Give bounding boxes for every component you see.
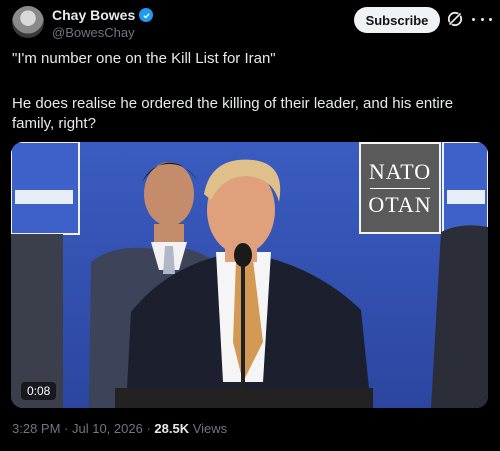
grok-icon[interactable] [446,10,464,28]
nato-sign-bottom: OTAN [368,191,432,217]
views-label: Views [189,421,228,436]
video-duration-badge: 0:08 [21,382,57,400]
nato-sign-top: NATO [368,158,432,184]
verified-badge-icon [139,8,154,22]
post-text-quote: "I'm number one on the Kill List for Ira… [12,50,276,67]
meta-separator: · [60,421,72,436]
author-handle[interactable]: @BowesChay [52,25,135,40]
post-date[interactable]: Jul 10, 2026 [72,421,143,436]
views-count[interactable]: 28.5K [154,421,189,436]
post-time[interactable]: 3:28 PM [12,421,60,436]
avatar[interactable] [12,6,44,38]
post-meta: 3:28 PM · Jul 10, 2026 · 28.5K Views [12,421,227,436]
subscribe-button[interactable]: Subscribe [354,7,440,33]
author-name-row[interactable]: Chay Bowes [52,7,154,23]
video-player[interactable]: NATO OTAN 0:08 [11,142,488,408]
author-name[interactable]: Chay Bowes [52,7,135,23]
more-options-icon[interactable] [472,10,492,28]
nato-sign: NATO OTAN [359,142,441,234]
meta-separator-2: · [142,421,155,436]
post-text-body: He does realise he ordered the killing o… [12,95,454,132]
